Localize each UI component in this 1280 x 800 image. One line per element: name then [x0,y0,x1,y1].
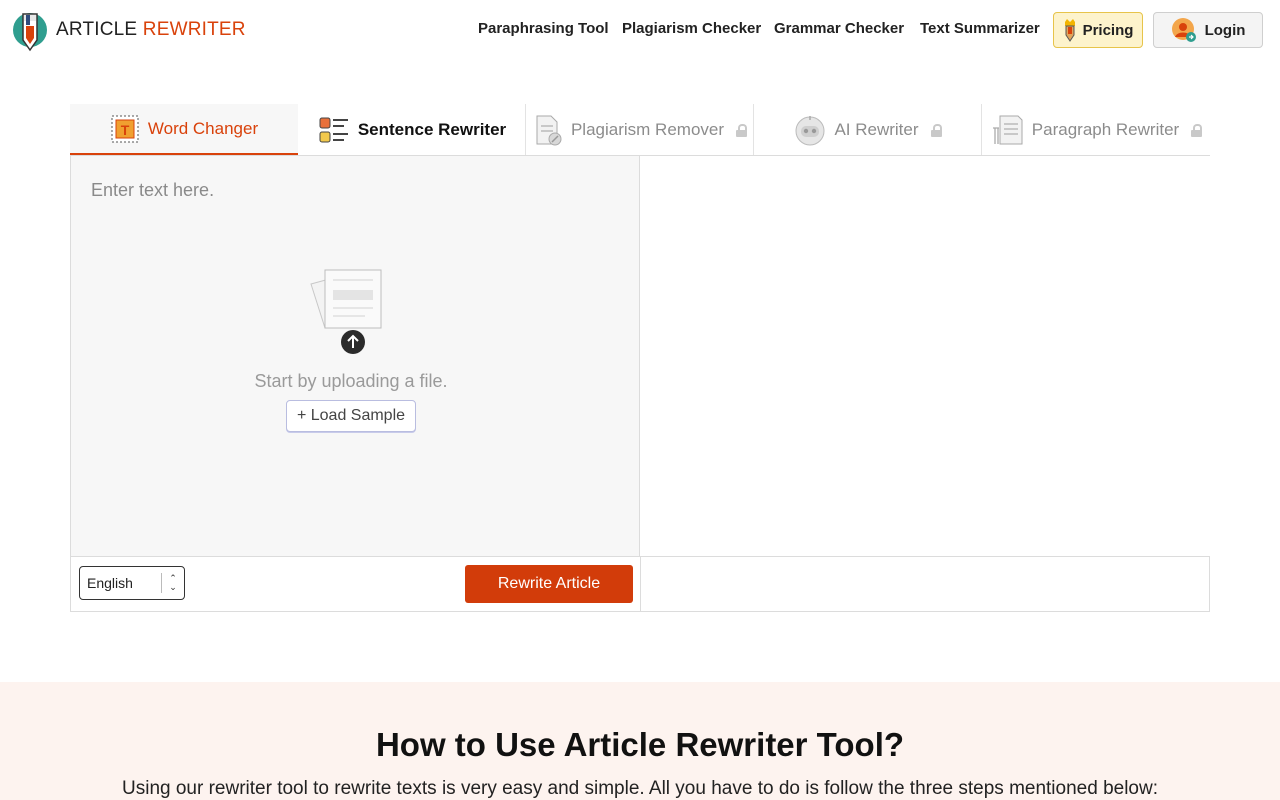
user-avatar-icon [1171,18,1196,42]
tab-plagiarism-remover[interactable]: Plagiarism Remover [526,104,754,156]
how-to-section: How to Use Article Rewriter Tool? Using … [0,682,1280,800]
language-select[interactable]: English ⌃ ⌄ [79,566,185,600]
input-placeholder: Enter text here. [91,180,215,200]
upload-instruction: Start by uploading a file. [254,371,448,391]
sentence-list-icon [319,117,348,143]
tab-label: AI Rewriter [834,120,919,139]
pricing-label: Pricing [1082,21,1134,39]
action-bar-divider [640,557,641,612]
tab-label: Sentence Rewriter [357,120,507,139]
upload-files-icon[interactable] [303,266,399,358]
lock-icon [1191,123,1203,137]
login-label: Login [1204,21,1246,39]
paragraph-icon [992,115,1023,145]
pencil-logo-icon [13,13,47,52]
file-upload-area[interactable]: Start by uploading a file. + Load Sample [251,266,451,432]
tab-sentence-rewriter[interactable]: Sentence Rewriter [298,104,526,156]
nav-plagiarism-checker[interactable]: Plagiarism Checker [622,20,761,37]
robot-icon [795,116,825,146]
tab-paragraph-rewriter[interactable]: Paragraph Rewriter [982,104,1210,156]
how-to-description: Using our rewriter tool to rewrite texts… [122,778,1158,799]
editor-action-bar: English ⌃ ⌄ Rewrite Article [71,556,1209,612]
rewrite-article-button[interactable]: Rewrite Article [465,565,633,603]
brand-logo[interactable]: ARTICLE REWRITER [12,6,246,54]
nav-paraphrasing-tool[interactable]: Paraphrasing Tool [478,20,609,37]
tab-label: Paragraph Rewriter [1031,120,1180,139]
top-navigation-bar: ARTICLE REWRITER Paraphrasing Tool Plagi… [0,0,1280,60]
load-sample-button[interactable]: + Load Sample [285,400,417,432]
select-arrows-icon: ⌃ ⌄ [169,573,177,592]
lock-icon [736,123,748,137]
output-text-area[interactable] [640,156,1210,556]
word-changer-icon: T [111,115,139,142]
lock-icon [930,123,942,137]
tab-ai-rewriter[interactable]: AI Rewriter [754,104,982,156]
mode-tabs: T Word Changer Sentence Rewriter Plagiar… [70,104,1210,156]
brand-name: ARTICLE REWRITER [56,19,246,40]
tab-word-changer[interactable]: T Word Changer [70,104,298,156]
language-value: English [87,575,133,591]
nav-text-summarizer[interactable]: Text Summarizer [920,20,1040,37]
input-text-area[interactable]: Enter text here. Start by uploading a fi… [71,156,640,556]
svg-text:T: T [121,122,130,138]
how-to-title: How to Use Article Rewriter Tool? [375,726,905,763]
crown-pencil-icon [1064,19,1075,42]
nav-grammar-checker[interactable]: Grammar Checker [774,20,904,37]
pricing-button[interactable]: Pricing [1053,12,1143,48]
login-button[interactable]: Login [1153,12,1263,48]
document-icon [536,115,562,146]
rewriter-editor: Enter text here. Start by uploading a fi… [70,155,1210,612]
tab-label: Word Changer [147,118,259,138]
tab-label: Plagiarism Remover [570,120,725,139]
